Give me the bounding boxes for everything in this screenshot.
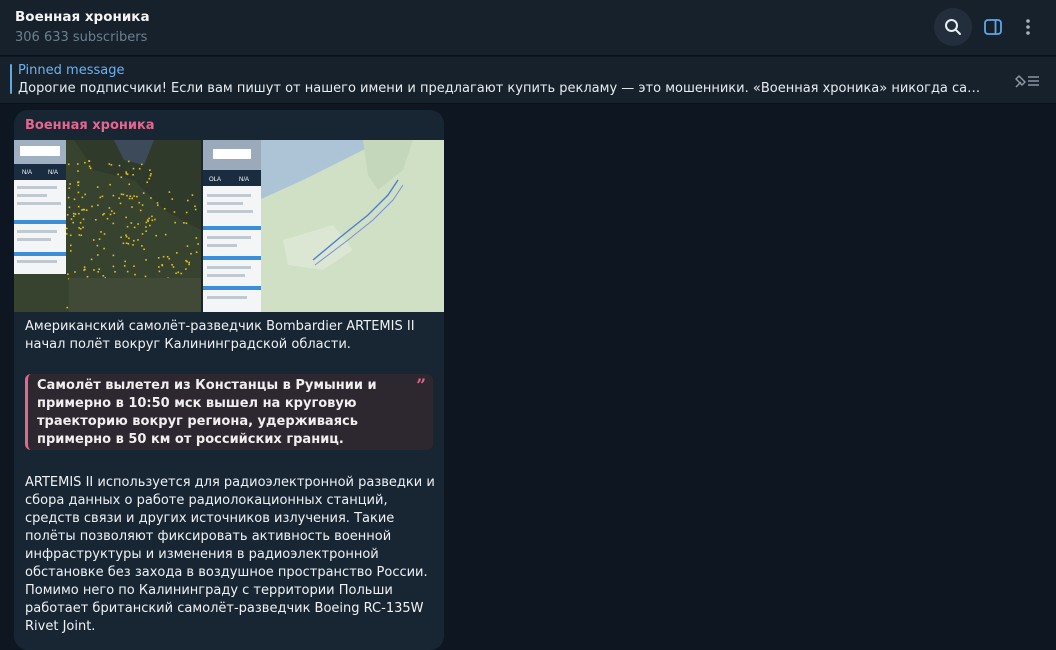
photo1-right-code: N/A bbox=[48, 170, 58, 176]
unpin-icon bbox=[1015, 75, 1039, 88]
subscriber-count: 306 633 subscribers bbox=[15, 30, 148, 45]
pinned-text: Дорогие подписчики! Если вам пишут от на… bbox=[18, 81, 988, 96]
more-button[interactable] bbox=[1009, 8, 1047, 46]
search-icon bbox=[945, 19, 961, 35]
pinned-message-bar[interactable]: Pinned message Дорогие подписчики! Если … bbox=[0, 57, 1056, 104]
sidebar-toggle-icon bbox=[984, 19, 1002, 35]
message-paragraph-1: Американский самолёт-разведчик Bombardie… bbox=[25, 319, 415, 352]
photo-flight-map-kaliningrad[interactable]: OLA N/A bbox=[203, 140, 444, 312]
chat-header: Военная хроника 306 633 subscribers bbox=[0, 0, 1056, 56]
photo2-right-code: N/A bbox=[239, 177, 249, 183]
photo2-left-code: OLA bbox=[209, 177, 221, 183]
message-sender[interactable]: Военная хроника bbox=[25, 118, 155, 133]
pinned-title: Pinned message bbox=[18, 63, 125, 78]
photo-flight-map-europe[interactable]: N/A N/A bbox=[14, 140, 201, 312]
pinned-indicator bbox=[10, 64, 12, 94]
photo1-left-code: N/A bbox=[22, 170, 32, 176]
channel-title[interactable]: Военная хроника bbox=[15, 9, 150, 25]
message-paragraph-2: ARTEMIS II используется для радиоэлектро… bbox=[25, 475, 435, 634]
message-bubble: Военная хроника N/A N/A OLA N/A Американ… bbox=[14, 110, 444, 650]
message-quote: Самолёт вылетел из Констанцы в Румынии и… bbox=[25, 374, 433, 450]
more-vertical-icon bbox=[1026, 19, 1030, 35]
unpin-button[interactable] bbox=[1012, 70, 1042, 92]
search-button[interactable] bbox=[934, 8, 972, 46]
quote-icon: ” bbox=[416, 376, 426, 396]
sidebar-toggle-button[interactable] bbox=[974, 8, 1012, 46]
photo-album: N/A N/A OLA N/A bbox=[14, 140, 444, 312]
quote-text: Самолёт вылетел из Констанцы в Румынии и… bbox=[37, 378, 377, 447]
